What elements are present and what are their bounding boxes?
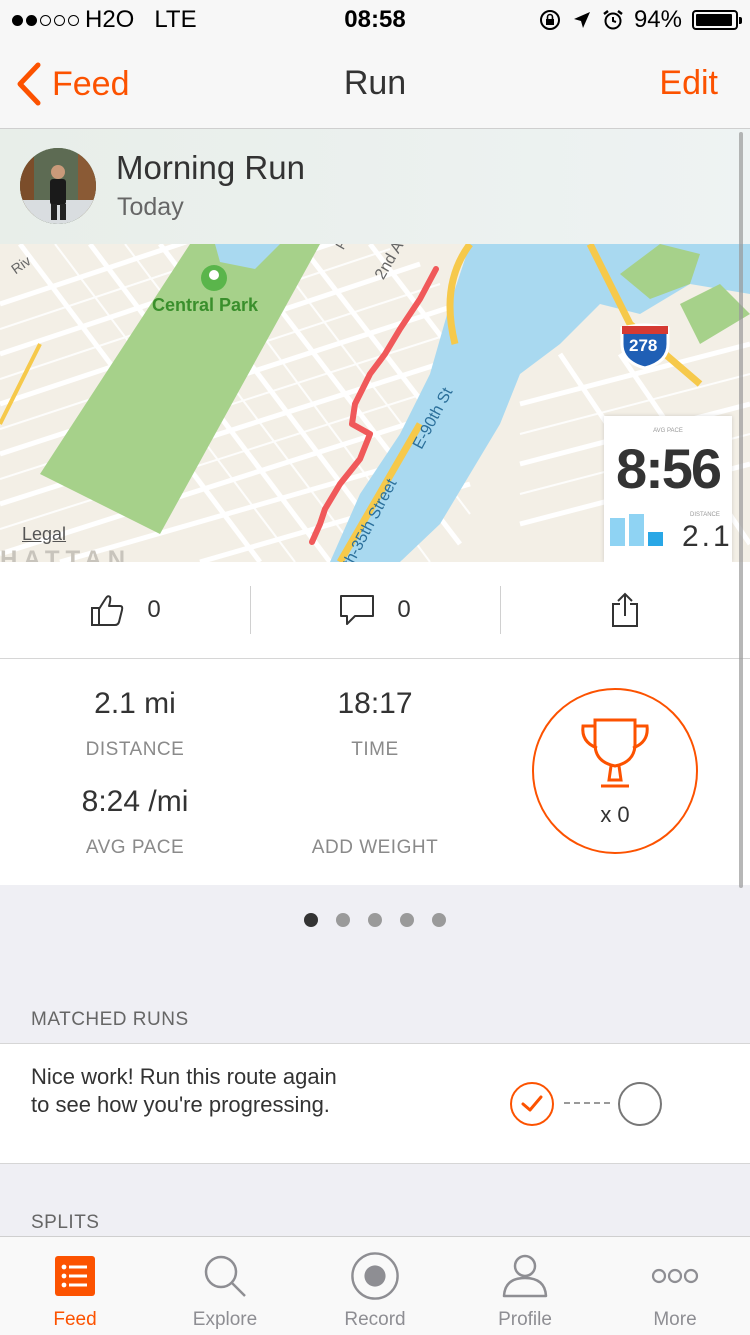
tab-explore-label: Explore <box>192 1309 258 1330</box>
edit-button[interactable]: Edit <box>659 64 718 103</box>
thumbs-up-icon <box>91 595 124 626</box>
tab-bar: Feed Explore Record Profile More <box>0 1236 750 1335</box>
comment-icon <box>340 595 375 625</box>
activity-stats: 2.1 mi DISTANCE 18:17 TIME 8:24 /mi AVG … <box>0 659 750 885</box>
tab-profile-label: Profile <box>498 1309 552 1330</box>
empty-circle-icon <box>618 1082 662 1126</box>
search-icon <box>200 1251 250 1301</box>
page-indicator[interactable] <box>0 913 750 927</box>
activity-title: Morning Run <box>116 149 305 186</box>
tab-profile[interactable]: Profile <box>450 1237 600 1335</box>
feed-icon <box>50 1251 100 1301</box>
map-label-park: Central Park <box>152 295 259 315</box>
progress-dashes <box>564 1102 610 1104</box>
tab-more-label: More <box>653 1309 697 1330</box>
inset-pace-value: 8:56 <box>615 437 722 500</box>
matched-runs-text: Nice work! Run this route again to see h… <box>31 1064 337 1117</box>
status-right: 94% <box>538 6 742 34</box>
kudos-button[interactable]: 0 <box>0 562 250 658</box>
social-actions: 0 0 <box>0 562 750 659</box>
route-map[interactable]: Central Park 2nd Ave E-90th St th-35th S… <box>0 244 750 562</box>
comment-count: 0 <box>397 596 411 623</box>
activity-date: Today <box>117 193 184 221</box>
more-icon <box>650 1251 700 1301</box>
nav-bar: Feed Run Edit <box>0 40 750 129</box>
status-bar: H2O LTE 08:58 94% <box>0 0 750 40</box>
profile-icon <box>500 1251 550 1301</box>
time-value: 18:17 <box>337 687 413 720</box>
page-dot[interactable] <box>304 913 318 927</box>
tab-more[interactable]: More <box>600 1237 750 1335</box>
map-label-highway: 278 <box>629 336 658 355</box>
inset-distance-value: 2.1 <box>682 520 733 553</box>
achievements-button[interactable]: x 0 <box>532 688 698 854</box>
tab-feed[interactable]: Feed <box>0 1237 150 1335</box>
map-label-district: HATTAN <box>0 546 132 562</box>
pace-value: 8:24 /mi <box>81 785 189 818</box>
comment-button[interactable]: 0 <box>250 562 500 658</box>
alarm-icon <box>603 10 623 30</box>
checkmark-icon <box>510 1082 554 1126</box>
splits-header: SPLITS <box>31 1212 100 1233</box>
inset-bar-chart <box>610 514 663 546</box>
battery-percent: 94% <box>633 6 682 33</box>
tab-record-label: Record <box>344 1309 406 1330</box>
avatar-photo <box>20 148 96 224</box>
location-arrow-icon <box>573 12 590 28</box>
share-icon <box>612 592 638 627</box>
trophy-count: x 0 <box>600 802 630 827</box>
scrollbar[interactable] <box>739 132 743 888</box>
time-label: TIME <box>351 739 399 760</box>
map-legal-link[interactable]: Legal <box>22 524 66 545</box>
tab-explore[interactable]: Explore <box>150 1237 300 1335</box>
page-dot[interactable] <box>336 913 350 927</box>
page-dot[interactable] <box>368 913 382 927</box>
add-weight-button[interactable]: ADD WEIGHT <box>255 837 495 859</box>
pace-inset-card: AVG PACE 8:56 DISTANCE 2.1 <box>604 416 732 562</box>
page-title: Run <box>343 64 407 102</box>
inset-label-pace: AVG PACE <box>653 428 683 434</box>
tab-record[interactable]: Record <box>300 1237 450 1335</box>
pace-label: AVG PACE <box>85 837 185 858</box>
rotation-lock-icon <box>539 10 560 30</box>
avatar[interactable] <box>20 148 96 224</box>
matched-runs-header: MATCHED RUNS <box>31 1009 189 1030</box>
battery-icon <box>692 10 742 30</box>
record-icon <box>350 1251 400 1301</box>
page-dot[interactable] <box>400 913 414 927</box>
tab-feed-label: Feed <box>53 1309 97 1330</box>
matched-runs-card[interactable]: Nice work! Run this route again to see h… <box>0 1043 750 1164</box>
inset-label-distance: DISTANCE <box>690 512 720 518</box>
kudos-count: 0 <box>147 596 161 623</box>
share-button[interactable] <box>500 562 750 658</box>
page-dot[interactable] <box>432 913 446 927</box>
trophy-icon <box>581 718 649 788</box>
distance-value: 2.1 mi <box>94 687 176 720</box>
activity-header: Morning Run Today <box>0 129 750 244</box>
distance-label: DISTANCE <box>85 739 185 760</box>
